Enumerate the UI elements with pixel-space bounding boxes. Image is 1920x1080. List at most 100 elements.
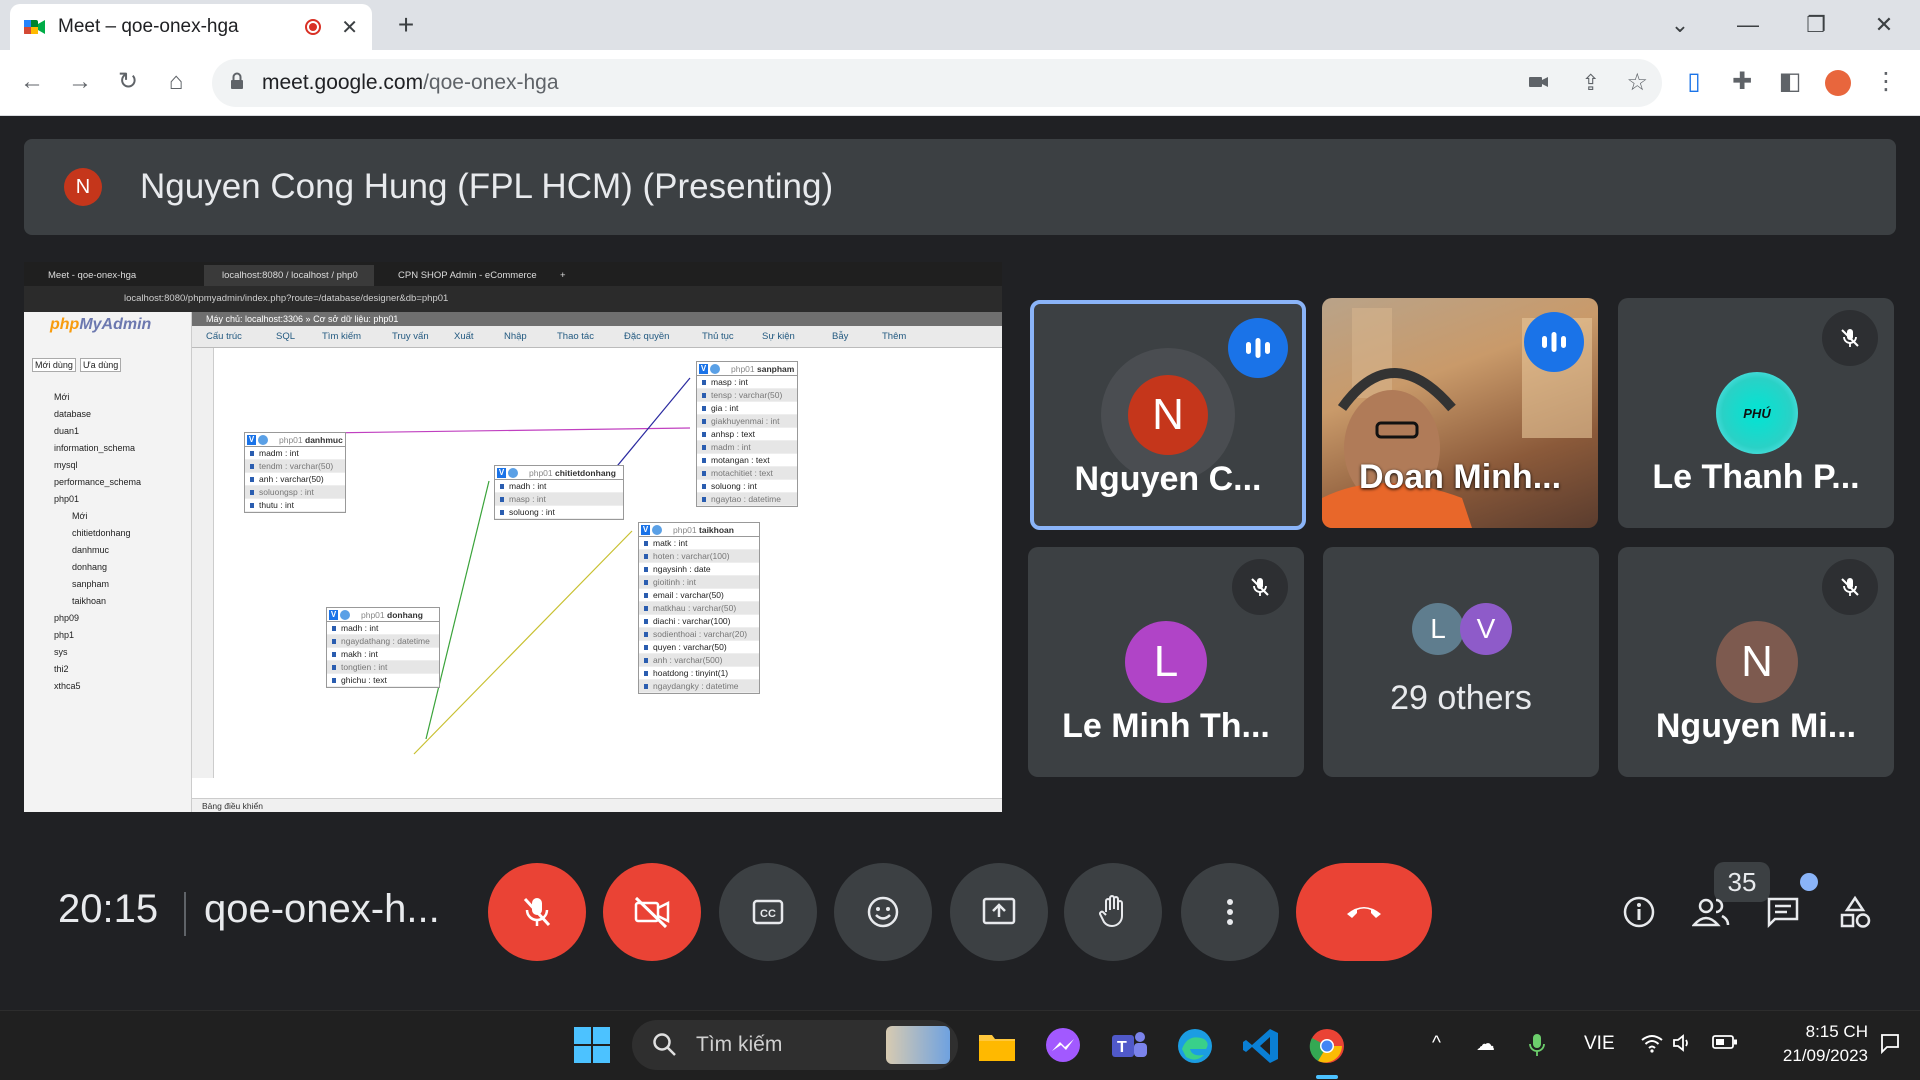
- shared-tab: CPN SHOP Admin - eCommerce: [398, 270, 537, 281]
- taskbar-search[interactable]: Tìm kiếm: [632, 1020, 958, 1070]
- address-bar[interactable]: meet.google.com/qoe-onex-hga ⇪ ☆: [212, 59, 1662, 107]
- reading-mode-icon[interactable]: ▯: [1676, 64, 1712, 100]
- participant-name: Doan Minh...: [1358, 458, 1562, 496]
- leave-call-button[interactable]: [1296, 863, 1432, 961]
- url-host: meet.google.com: [262, 71, 424, 94]
- shared-address-bar: localhost:8080/phpmyadmin/index.php?rout…: [24, 286, 1002, 312]
- others-tile[interactable]: L V 29 others: [1323, 547, 1599, 777]
- home-icon[interactable]: ⌂: [158, 64, 194, 100]
- participant-tile[interactable]: N N Nguyen C...: [1030, 300, 1306, 530]
- battery-icon[interactable]: [1712, 1033, 1738, 1057]
- participant-tile[interactable]: PHÚ Le Thanh P...: [1618, 298, 1894, 528]
- extensions-icon[interactable]: ✚: [1724, 64, 1760, 100]
- table-sanpham: Vphp01 sanpham masp : int tensp : varcha…: [696, 361, 798, 507]
- vscode-icon[interactable]: [1240, 1025, 1282, 1067]
- camera-off-icon: [634, 896, 670, 929]
- pma-favorites-tab: Ưa dùng: [80, 358, 122, 372]
- pma-menu: Cấu trúc SQL Tìm kiếm Truy vấn Xuất Nhập…: [192, 326, 1002, 348]
- more-options-button[interactable]: [1181, 863, 1279, 961]
- chat-icon: [1767, 897, 1799, 928]
- camera-toggle-button[interactable]: [603, 863, 701, 961]
- back-icon[interactable]: ←: [14, 64, 50, 100]
- forward-icon[interactable]: →: [62, 64, 98, 100]
- participant-avatar: N: [1716, 621, 1798, 703]
- participant-name: Nguyen Mi...: [1655, 707, 1857, 745]
- pma-menu-item: Xuất: [454, 331, 474, 342]
- microphone-in-use-icon[interactable]: [1528, 1033, 1546, 1063]
- meeting-code: qoe-onex-h...: [204, 887, 440, 931]
- tree-item: chitietdonhang: [72, 528, 131, 538]
- tab-close-icon[interactable]: ✕: [341, 15, 358, 40]
- tree-item: information_schema: [54, 443, 136, 453]
- new-tab-button[interactable]: +: [390, 8, 422, 42]
- shared-screen[interactable]: Meet - qoe-onex-hga localhost:8080 / loc…: [24, 262, 1002, 812]
- close-window-button[interactable]: ✕: [1864, 8, 1904, 42]
- pma-menu-item: SQL: [276, 331, 296, 342]
- notifications-icon[interactable]: [1878, 1031, 1902, 1061]
- shared-tab: Meet - qoe-onex-hga: [48, 270, 137, 281]
- pma-designer-canvas: Vphp01 danhmuc madm : int tendm : varcha…: [192, 348, 1002, 812]
- tab-search-icon[interactable]: ⌄: [1660, 8, 1700, 42]
- participant-name: Le Minh Th...: [1062, 707, 1270, 745]
- mic-off-icon: [1822, 559, 1878, 615]
- chat-button[interactable]: [1758, 873, 1818, 937]
- tree-item: mysql: [54, 460, 78, 470]
- captions-button[interactable]: CC: [719, 863, 817, 961]
- relation-lines: [321, 377, 691, 755]
- show-hidden-icons[interactable]: ^: [1432, 1033, 1441, 1055]
- meeting-details-button[interactable]: [1614, 887, 1664, 937]
- hang-up-icon: [1347, 907, 1381, 918]
- present-button[interactable]: [950, 863, 1048, 961]
- pma-menu-item: Tìm kiếm: [322, 331, 362, 342]
- side-panel-icon[interactable]: ◧: [1772, 64, 1808, 100]
- camera-icon[interactable]: [1528, 71, 1550, 99]
- edge-icon[interactable]: [1174, 1025, 1216, 1067]
- pma-navigation: phpMyAdmin Mới dùng Ưa dùng Mới database…: [24, 312, 192, 812]
- participant-avatar-inner: N: [1128, 375, 1208, 455]
- closed-captions-icon: CC: [752, 899, 784, 925]
- shared-tab: localhost:8080 / localhost / php0: [204, 265, 374, 286]
- participant-name: Nguyen C...: [1074, 460, 1262, 498]
- menu-kebab-icon[interactable]: ⋮: [1868, 64, 1904, 100]
- presenter-label: Nguyen Cong Hung (FPL HCM) (Presenting): [140, 167, 834, 206]
- tree-item: php01: [54, 494, 80, 504]
- pma-logo: phpMyAdmin: [50, 316, 152, 333]
- bookmark-star-icon[interactable]: ☆: [1626, 68, 1648, 97]
- taskbar-clock[interactable]: 8:15 CH 21/09/2023: [1748, 1020, 1868, 1068]
- participant-tile[interactable]: N Nguyen Mi...: [1618, 547, 1894, 777]
- table-donhang: Vphp01 donhang madh : int ngaydathang : …: [326, 607, 440, 688]
- tree-item: Mới: [72, 511, 88, 521]
- browser-toolbar: ← → ↻ ⌂ meet.google.com/qoe-onex-hga ⇪ ☆…: [0, 50, 1920, 116]
- teams-icon[interactable]: T: [1108, 1025, 1150, 1067]
- restore-button[interactable]: ❐: [1796, 8, 1836, 42]
- participant-tile[interactable]: L Le Minh Th...: [1028, 547, 1304, 777]
- mic-toggle-button[interactable]: [488, 863, 586, 961]
- activities-button[interactable]: [1830, 887, 1880, 937]
- pma-menu-item: Sự kiện: [762, 331, 795, 342]
- reload-icon[interactable]: ↻: [110, 64, 146, 100]
- share-icon[interactable]: ⇪: [1582, 70, 1600, 96]
- hand-icon: [1099, 895, 1123, 928]
- language-indicator[interactable]: VIE: [1584, 1033, 1615, 1055]
- onedrive-icon[interactable]: ☁: [1476, 1033, 1495, 1056]
- tab-meet[interactable]: Meet – qoe-onex-hga ✕: [10, 4, 372, 50]
- raise-hand-button[interactable]: [1064, 863, 1162, 961]
- presenter-avatar: N: [64, 168, 102, 206]
- tree-item: sys: [54, 647, 68, 657]
- minimize-button[interactable]: —: [1728, 8, 1768, 42]
- chrome-icon[interactable]: [1306, 1025, 1348, 1079]
- profile-avatar-icon[interactable]: [1820, 64, 1856, 100]
- messenger-icon[interactable]: [1042, 1025, 1084, 1067]
- people-button[interactable]: [1686, 887, 1736, 937]
- participant-tile-video[interactable]: Doan Minh...: [1322, 298, 1598, 528]
- pma-menu-item: Thủ tục: [702, 331, 734, 342]
- file-explorer-icon[interactable]: [976, 1025, 1018, 1067]
- reactions-button[interactable]: [834, 863, 932, 961]
- tab-title: Meet – qoe-onex-hga: [58, 16, 239, 37]
- people-icon: [1692, 898, 1730, 927]
- participant-avatar: V: [1460, 603, 1512, 655]
- volume-icon[interactable]: [1672, 1033, 1694, 1059]
- wifi-icon[interactable]: [1640, 1033, 1664, 1059]
- participant-avatar: L: [1125, 621, 1207, 703]
- start-button[interactable]: [572, 1025, 614, 1067]
